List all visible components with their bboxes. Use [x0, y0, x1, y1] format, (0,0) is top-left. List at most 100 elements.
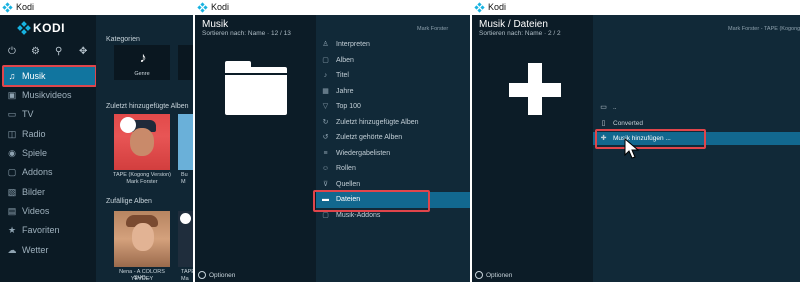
- film-icon: ▤: [7, 206, 17, 216]
- note-icon: ♪: [323, 72, 328, 79]
- album-artist: Mark Forster: [126, 179, 158, 185]
- sidebar-item-bilder[interactable]: ▧ Bilder: [4, 183, 96, 202]
- categories-heading: Kategorien: [106, 36, 140, 43]
- music-options-list: ♙ Interpreten ▢ Alben ♪ Titel ▦ Jahre ▽ Top 1…: [313, 15, 470, 282]
- list-item-label: Quellen: [336, 181, 361, 188]
- sidebar-item-spiele[interactable]: ◉ Spiele: [4, 144, 96, 163]
- options-icon: [475, 271, 483, 279]
- list-item-label: Zuletzt hinzugefügte Alben: [336, 119, 419, 126]
- kodi-app-icon: [2, 2, 13, 13]
- window-titlebar[interactable]: Kodi: [195, 0, 470, 15]
- sidebar-item-label: Musikvideos: [22, 90, 72, 100]
- highlight-box: [313, 190, 430, 212]
- sidebar-item-label: Addons: [22, 167, 53, 177]
- kodi-window-files: Kodi Musik / Dateien Sortieren nach: Nam…: [472, 0, 800, 282]
- album-title: TAPE (Kogong Version): [113, 172, 171, 178]
- list-item-playlists[interactable]: ≡ Wiedergabelisten: [316, 146, 470, 162]
- move-icon[interactable]: ✥: [79, 46, 87, 58]
- list-item-parent-folder[interactable]: ▭..: [593, 101, 800, 114]
- sidebar-item-label: Videos: [22, 206, 50, 216]
- guitar-icon: ♪: [139, 49, 147, 65]
- window-titlebar[interactable]: Kodi: [472, 0, 800, 15]
- list-item-label: Zuletzt gehörte Alben: [336, 134, 403, 141]
- sidebar-item-label: Spiele: [22, 148, 48, 158]
- list-item-label: Interpreten: [336, 41, 370, 48]
- sidebar-item-videos[interactable]: ▤ Videos: [4, 202, 96, 221]
- star-icon: ★: [7, 225, 17, 235]
- genre-tile[interactable]: ♪ Genre: [114, 45, 170, 80]
- album-title: TAPE: [181, 269, 193, 275]
- sidebar-item-radio[interactable]: ◫ Radio: [4, 125, 96, 144]
- sidebar-item-label: Favoriten: [22, 225, 60, 235]
- list-icon: ≡: [323, 150, 328, 157]
- gamepad-icon: ◉: [8, 148, 16, 158]
- list-item-label: Jahre: [336, 88, 354, 95]
- addons-icon: ▢: [322, 212, 329, 219]
- list-item-top100[interactable]: ▽ Top 100: [316, 99, 470, 115]
- category-tile[interactable]: [178, 45, 193, 80]
- sidebar-item-musikvideos[interactable]: ▣ Musikvideos: [4, 86, 96, 105]
- folder-up-icon: ▭: [600, 104, 607, 111]
- phone-icon: ▯: [601, 120, 606, 127]
- list-item-titel[interactable]: ♪ Titel: [316, 68, 470, 84]
- search-icon[interactable]: ⚲: [55, 46, 62, 58]
- sidebar-item-label: TV: [22, 109, 34, 119]
- weather-icon: ☁: [7, 245, 17, 255]
- history-icon: ↺: [322, 134, 329, 141]
- sidebar-item-addons[interactable]: ▢ Addons: [4, 163, 96, 182]
- music-info-panel: Musik Sortieren nach: Name · 12 / 13 Opt…: [195, 15, 316, 282]
- album-art-badge: [120, 117, 136, 133]
- highlight-box: [595, 129, 706, 149]
- album-artist: Ma: [181, 276, 189, 282]
- album-cover[interactable]: [178, 114, 193, 170]
- sidebar-item-favoriten[interactable]: ★ Favoriten: [4, 221, 96, 240]
- now-playing-header: Mark Forster: [417, 26, 449, 32]
- sidebar-item-label: Wetter: [22, 245, 49, 255]
- sort-info[interactable]: Sortieren nach: Name · 12 / 13: [202, 30, 291, 37]
- now-playing-header: Mark Forster - TAPE (Kogong Version): [728, 26, 800, 32]
- album-cover[interactable]: [114, 211, 170, 267]
- gear-icon[interactable]: ⚙: [31, 46, 40, 58]
- album-artist: YEVDEY: [130, 276, 154, 282]
- sidebar-item-label: Bilder: [22, 187, 46, 197]
- sidebar-item-tv[interactable]: ▭ TV: [4, 105, 96, 124]
- kodi-app-icon: [197, 2, 208, 13]
- list-item-recent-played[interactable]: ↺ Zuletzt gehörte Alben: [316, 130, 470, 146]
- album-art-face: [132, 223, 154, 251]
- album-icon: ▢: [322, 57, 329, 64]
- album-cover[interactable]: [178, 211, 193, 267]
- list-item-label: Top 100: [336, 103, 361, 110]
- logo-text: KODI: [33, 21, 65, 35]
- kodi-window-music: Kodi Musik Sortieren nach: Name · 12 / 1…: [195, 0, 470, 282]
- list-item-interpreten[interactable]: ♙ Interpreten: [316, 37, 470, 53]
- genre-label: Genre: [134, 71, 150, 77]
- options-button[interactable]: Optionen: [198, 271, 235, 279]
- kodi-window-home: Kodi KODI ⏻ ⚙ ⚲ ✥ ♫ Musik ▣ Musikvideos: [0, 0, 193, 282]
- sort-info[interactable]: Sortieren nach: Name · 2 / 2: [479, 30, 561, 37]
- album-title: Bu: [181, 172, 188, 178]
- recent-albums-heading: Zuletzt hinzugefügte Alben: [106, 103, 189, 110]
- list-item-recent-added[interactable]: ↻ Zuletzt hinzugefügte Alben: [316, 115, 470, 131]
- power-icon[interactable]: ⏻: [8, 46, 16, 58]
- album-cover[interactable]: [114, 114, 170, 170]
- list-item-label: Titel: [336, 72, 349, 79]
- trophy-icon: ▽: [322, 103, 329, 110]
- options-button[interactable]: Optionen: [475, 271, 512, 279]
- random-albums-heading: Zufällige Alben: [106, 198, 152, 205]
- list-item-label: Converted: [613, 120, 643, 127]
- window-title: Kodi: [16, 2, 35, 12]
- kodi-logo: KODI: [17, 21, 65, 35]
- list-item-rollen[interactable]: ☺ Rollen: [316, 161, 470, 177]
- list-item-alben[interactable]: ▢ Alben: [316, 53, 470, 69]
- options-label: Optionen: [486, 272, 513, 279]
- sidebar-item-wetter[interactable]: ☁ Wetter: [4, 241, 96, 260]
- window-title: Kodi: [488, 2, 507, 12]
- page-title: Musik: [202, 19, 229, 30]
- window-titlebar[interactable]: Kodi: [0, 0, 193, 15]
- sidebar-item-label: Radio: [22, 129, 46, 139]
- options-label: Optionen: [209, 272, 236, 279]
- radio-icon: ◫: [7, 129, 17, 139]
- sidebar: KODI ⏻ ⚙ ⚲ ✥ ♫ Musik ▣ Musikvideos ▭ TV …: [0, 15, 97, 282]
- list-item-label: Alben: [336, 57, 354, 64]
- list-item-jahre[interactable]: ▦ Jahre: [316, 84, 470, 100]
